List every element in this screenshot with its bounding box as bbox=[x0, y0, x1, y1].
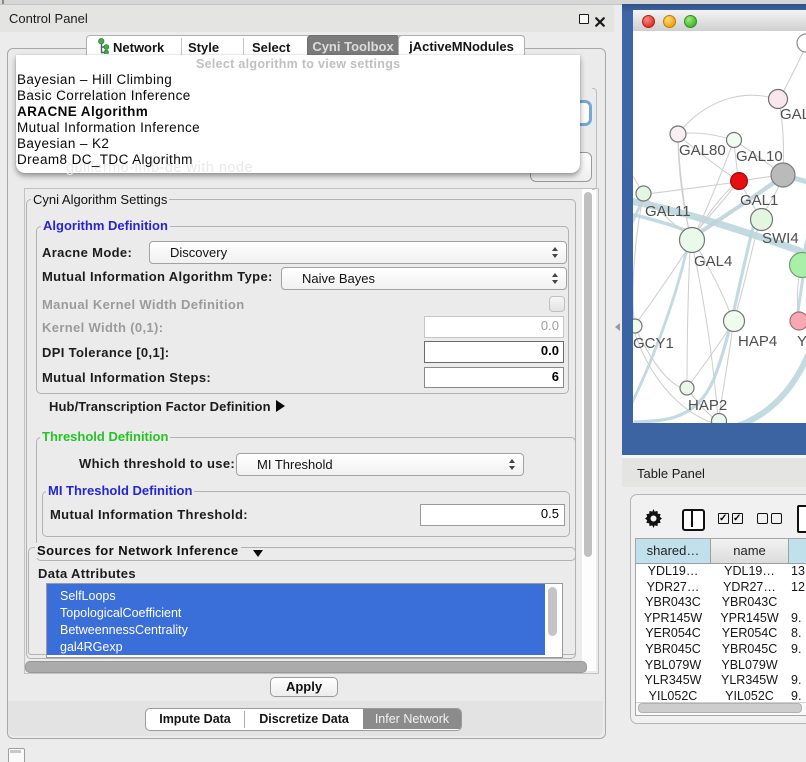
svg-text:GAL11: GAL11 bbox=[645, 203, 691, 220]
svg-text:GAL80: GAL80 bbox=[679, 142, 726, 159]
svg-text:HAP4: HAP4 bbox=[738, 333, 777, 350]
svg-text:HAP2: HAP2 bbox=[688, 397, 727, 414]
svg-text:GAL4: GAL4 bbox=[694, 253, 732, 270]
svg-text:GAL10: GAL10 bbox=[736, 148, 783, 165]
svg-text:Y: Y bbox=[797, 333, 806, 350]
svg-text:GAL2: GAL2 bbox=[780, 106, 806, 123]
svg-text:GCY1: GCY1 bbox=[633, 335, 674, 352]
svg-text:GAL1: GAL1 bbox=[740, 192, 778, 209]
svg-text:SWI4: SWI4 bbox=[762, 230, 799, 247]
